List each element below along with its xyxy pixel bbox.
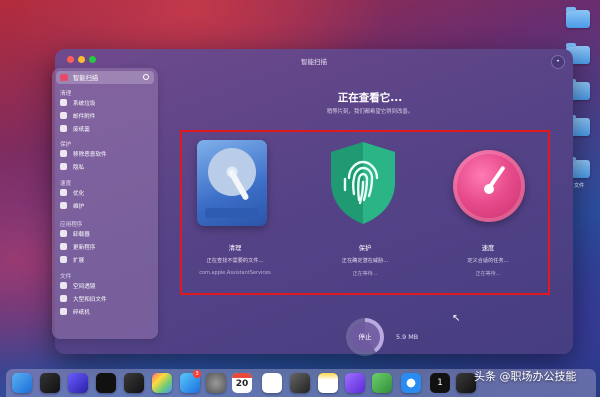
scanned-size-label: 5.9 MB bbox=[396, 333, 419, 341]
sidebar-item-label: 空间透镜 bbox=[73, 284, 96, 290]
app-icon[interactable] bbox=[372, 373, 392, 393]
card-detail: 正在等待... bbox=[352, 271, 378, 277]
sidebar-item-label: 扩展 bbox=[73, 258, 85, 264]
sidebar-item-mail-attachments[interactable]: 邮件附件 bbox=[60, 110, 154, 121]
sidebar-item-shredder[interactable]: 碎纸机 bbox=[60, 306, 154, 317]
card-speed: 速度 定义合适的任务... 正在等待... bbox=[428, 140, 548, 290]
card-cleanup: 清理 正在查找不需要的文件... com.apple.AssistantServ… bbox=[175, 140, 295, 290]
sidebar-section-applications: 应用程序 bbox=[60, 222, 83, 228]
sidebar-section-protection: 保护 bbox=[60, 142, 72, 148]
assistant-button[interactable]: • bbox=[551, 55, 565, 69]
trash-icon bbox=[60, 125, 67, 132]
mouse-cursor-icon: ↖ bbox=[452, 313, 461, 324]
sidebar-item-privacy[interactable]: 隐私 bbox=[60, 161, 154, 172]
sidebar-item-label: 移除恶意软件 bbox=[73, 152, 107, 158]
sidebar-item-trash[interactable]: 废纸篓 bbox=[60, 123, 154, 134]
desktop-file-label: 文件 bbox=[574, 183, 585, 189]
smart-scan-icon bbox=[60, 74, 68, 81]
sidebar-item-label: 更新程序 bbox=[73, 245, 96, 251]
sidebar-item-large-old-files[interactable]: 大型和旧文件 bbox=[60, 293, 154, 304]
updater-icon bbox=[60, 243, 67, 250]
sidebar-item-updater[interactable]: 更新程序 bbox=[60, 241, 154, 252]
final-cut-icon[interactable] bbox=[40, 373, 60, 393]
sidebar-item-label: 大型和旧文件 bbox=[73, 297, 107, 303]
sidebar-section-speed: 速度 bbox=[60, 181, 72, 187]
sidebar-item-optimization[interactable]: 优化 bbox=[60, 187, 154, 198]
desktop-folder-icon[interactable] bbox=[566, 7, 590, 28]
shredder-icon bbox=[60, 308, 67, 315]
card-detail: 正在等待... bbox=[475, 271, 501, 277]
screenshot-icon[interactable] bbox=[290, 373, 310, 393]
uninstaller-icon bbox=[60, 230, 67, 237]
mail-icon bbox=[60, 112, 67, 119]
scan-progress-ring-icon bbox=[143, 74, 149, 80]
app-icon[interactable] bbox=[456, 373, 476, 393]
card-title: 清理 bbox=[228, 245, 242, 252]
sidebar-item-malware-removal[interactable]: 移除恶意软件 bbox=[60, 148, 154, 159]
sidebar-item-smart-scan[interactable]: 智能扫描 bbox=[56, 71, 154, 84]
system-preferences-icon[interactable] bbox=[206, 373, 226, 393]
hard-disk-icon bbox=[197, 140, 267, 226]
system-junk-icon bbox=[60, 99, 67, 106]
sidebar-item-label: 智能扫描 bbox=[73, 75, 99, 82]
optimization-icon bbox=[60, 189, 67, 196]
watermark: 头条 @职场办公技能 bbox=[474, 370, 577, 383]
sidebar-section-cleanup: 清理 bbox=[60, 91, 72, 97]
sidebar-item-maintenance[interactable]: 维护 bbox=[60, 200, 154, 211]
sidebar-item-system-junk[interactable]: 系统垃圾 bbox=[60, 97, 154, 108]
calendar-icon[interactable]: 20 bbox=[232, 373, 252, 393]
malware-icon bbox=[60, 150, 67, 157]
stop-button[interactable]: 停止 bbox=[350, 322, 380, 352]
sidebar-item-label: 卸载器 bbox=[73, 232, 90, 238]
launchpad-icon[interactable] bbox=[152, 373, 172, 393]
window-title: 智能扫描 bbox=[301, 58, 327, 66]
sidebar-item-label: 维护 bbox=[73, 204, 85, 210]
finder-icon[interactable] bbox=[12, 373, 32, 393]
card-status: 定义合适的任务... bbox=[467, 258, 509, 264]
safari-icon[interactable] bbox=[401, 373, 421, 393]
card-detail: com.apple.AssistantServices bbox=[199, 270, 271, 276]
large-files-icon bbox=[60, 295, 67, 302]
sidebar-section-files: 文件 bbox=[60, 274, 72, 280]
sidebar-item-label: 隐私 bbox=[73, 165, 85, 171]
card-title: 保护 bbox=[358, 245, 372, 252]
card-status: 正在查找不需要的文件... bbox=[206, 258, 264, 264]
sidebar-item-label: 系统垃圾 bbox=[73, 101, 96, 107]
sidebar-item-uninstaller[interactable]: 卸载器 bbox=[60, 228, 154, 239]
sidebar-item-label: 废纸篓 bbox=[73, 127, 90, 133]
privacy-icon bbox=[60, 163, 67, 170]
capcut-icon[interactable] bbox=[96, 373, 116, 393]
app-icon[interactable] bbox=[68, 373, 88, 393]
maintenance-icon bbox=[60, 202, 67, 209]
sidebar-item-label: 碎纸机 bbox=[73, 310, 90, 316]
speed-gauge-icon bbox=[453, 150, 525, 222]
extensions-icon bbox=[60, 256, 67, 263]
sidebar: 智能扫描 清理 系统垃圾 邮件附件 废纸篓 保护 移除恶意软件 隐私 速度 优化… bbox=[52, 68, 158, 339]
notes-icon[interactable] bbox=[318, 373, 338, 393]
sidebar-item-label: 优化 bbox=[73, 191, 85, 197]
sidebar-item-extensions[interactable]: 扩展 bbox=[60, 254, 154, 265]
page-subtitle: 稍等片刻，我们都希望它得到改善。 bbox=[326, 109, 414, 115]
downie-icon[interactable] bbox=[345, 373, 365, 393]
card-protection: 保护 正在确定潜在威胁... 正在等待... bbox=[305, 140, 425, 290]
photos-icon[interactable] bbox=[262, 373, 282, 393]
fingerprint-shield-icon bbox=[331, 142, 395, 224]
sidebar-item-label: 邮件附件 bbox=[73, 114, 96, 120]
one-app-icon[interactable]: 1 bbox=[430, 373, 450, 393]
space-lens-icon bbox=[60, 282, 67, 289]
page-title: 正在查看它... bbox=[337, 92, 403, 104]
app-store-badge: 3 bbox=[193, 370, 201, 378]
app-icon[interactable] bbox=[124, 373, 144, 393]
card-status: 正在确定潜在威胁... bbox=[341, 258, 389, 264]
sidebar-item-space-lens[interactable]: 空间透镜 bbox=[60, 280, 154, 291]
card-title: 速度 bbox=[481, 245, 495, 252]
